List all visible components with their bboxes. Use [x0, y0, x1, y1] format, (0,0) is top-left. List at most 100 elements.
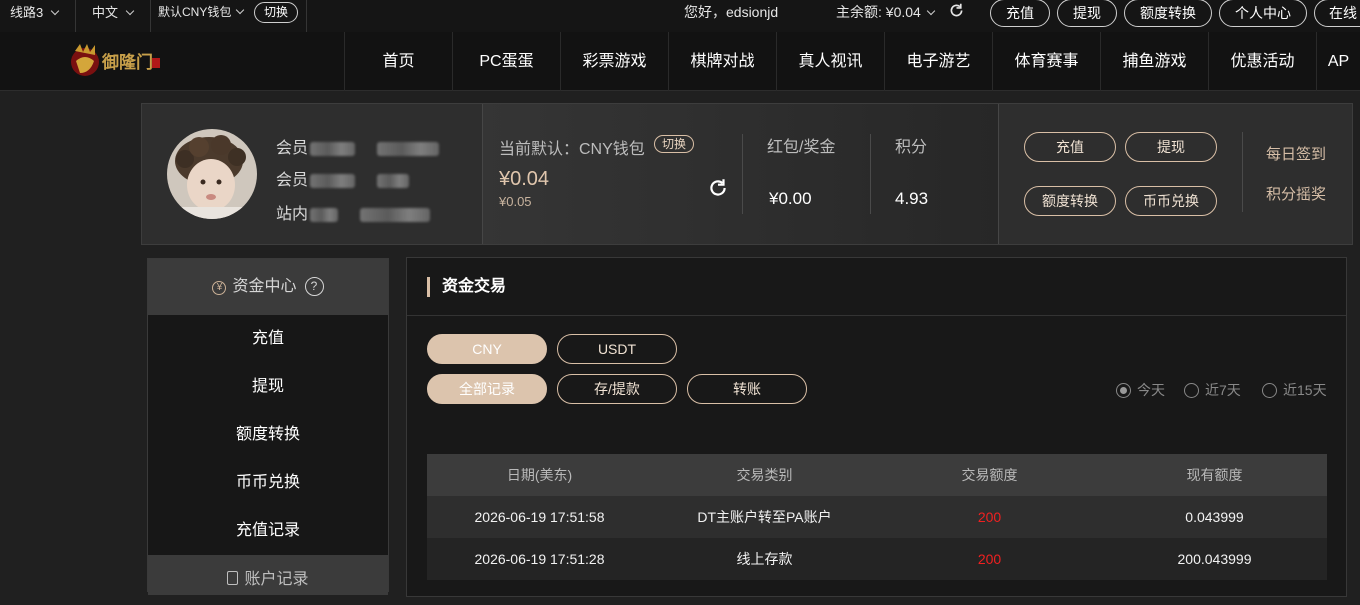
redacted-text [360, 207, 431, 222]
route-selector[interactable]: 线路3 [10, 0, 60, 25]
profile-panel: 会员 会员 站内 当前默认：CNY钱包 切换 ¥0.04 ¥0.05 红包/奖金… [141, 103, 1353, 245]
header-date: 日期(美东) [506, 467, 573, 483]
top-account-button[interactable]: 个人中心 [1219, 0, 1307, 27]
tab-usdt[interactable]: USDT [557, 334, 677, 364]
points-lottery-link[interactable]: 积分摇奖 [1266, 183, 1326, 204]
range-15-label: 近15天 [1283, 382, 1327, 398]
main-balance-text: 主余额: ¥0.04 [836, 4, 921, 20]
table-row[interactable]: 2026-06-19 17:51:28 线上存款 200 200.043999 [427, 538, 1327, 580]
member-level-label: 会员 [276, 172, 309, 189]
sidebar-item-transfer[interactable]: 额度转换 [148, 411, 388, 459]
transactions-panel: 资金交易 CNY USDT 全部记录 存/提款 转账 今天 近7天 近15天 日… [406, 257, 1347, 597]
bonus-label: 红包/奖金 [767, 139, 836, 156]
wallet-label: 默认CNY钱包 [158, 5, 232, 19]
language-selector[interactable]: 中文 [92, 0, 135, 25]
tab-cny[interactable]: CNY [427, 334, 547, 364]
nav-slots[interactable]: 电子游艺 [884, 32, 992, 91]
header-balance: 现有额度 [1186, 467, 1243, 483]
divider [1242, 132, 1243, 212]
transactions-table: 日期(美东) 交易类别 交易额度 现有额度 2026-06-19 17:51:5… [427, 454, 1327, 580]
nav-home[interactable]: 首页 [344, 32, 452, 91]
daily-signin-link[interactable]: 每日签到 [1266, 143, 1326, 164]
top-deposit-button[interactable]: 充值 [990, 0, 1050, 27]
sidebar-item-coin-exchange[interactable]: 币币兑换 [148, 459, 388, 507]
redacted-text [310, 207, 339, 222]
range-7-days[interactable]: 近7天 [1184, 380, 1241, 400]
sidebar-item-deposit[interactable]: 充值 [148, 315, 388, 363]
cell-balance: 0.043999 [1185, 509, 1244, 525]
nav-fishing[interactable]: 捕鱼游戏 [1100, 32, 1208, 91]
refresh-icon[interactable] [707, 177, 729, 204]
tab-all-records[interactable]: 全部记录 [427, 374, 547, 404]
points-label: 积分 [895, 139, 928, 156]
nav-pc-egg[interactable]: PC蛋蛋 [452, 32, 560, 91]
radio-selected-icon [1116, 383, 1131, 398]
cell-amount: 200 [977, 551, 1002, 567]
withdraw-button[interactable]: 提现 [1125, 132, 1217, 162]
svg-text:御隆门: 御隆门 [101, 52, 153, 73]
avatar[interactable] [167, 129, 257, 219]
sidebar-item-deposit-records[interactable]: 充值记录 [148, 507, 388, 555]
divider [306, 0, 307, 32]
nav-app[interactable]: AP [1316, 32, 1360, 91]
refresh-balance-icon[interactable] [948, 0, 965, 25]
greeting-text: 您好，edsionjd [684, 4, 779, 20]
radio-icon [1184, 383, 1199, 398]
main-balance[interactable]: 主余额: ¥0.04 [836, 0, 936, 25]
chevron-down-icon [926, 6, 936, 16]
main-nav: 御隆门 首页 PC蛋蛋 彩票游戏 棋牌对战 真人视讯 电子游艺 体育赛事 捕鱼游… [0, 32, 1360, 91]
sidebar: ¥ 资金中心? 充值 提现 额度转换 币币兑换 充值记录 账户记录 [147, 258, 389, 595]
help-icon[interactable]: ? [304, 277, 324, 296]
range-today[interactable]: 今天 [1116, 380, 1165, 400]
divider [407, 315, 1346, 316]
coin-exchange-button[interactable]: 币币兑换 [1125, 186, 1217, 216]
site-message-label: 站内 [276, 206, 309, 223]
sidebar-footer-label: 账户记录 [244, 571, 309, 588]
default-wallet-label: 当前默认：CNY钱包 [499, 141, 645, 158]
member-account-row: 会员 [276, 134, 440, 158]
sidebar-header: ¥ 资金中心? [148, 259, 388, 315]
top-online-button[interactable]: 在线 [1314, 0, 1360, 27]
header-type: 交易类别 [736, 467, 793, 483]
redacted-text [310, 173, 356, 188]
table-header: 日期(美东) 交易类别 交易额度 现有额度 [427, 454, 1327, 496]
transfer-button[interactable]: 额度转换 [1024, 186, 1116, 216]
page-title: 资金交易 [427, 277, 506, 297]
top-withdraw-button[interactable]: 提现 [1057, 0, 1117, 27]
redacted-text [377, 173, 410, 188]
header-amount: 交易额度 [961, 467, 1018, 483]
wallet-switch-button[interactable]: 切换 [654, 135, 695, 153]
tab-deposit-withdraw[interactable]: 存/提款 [557, 374, 677, 404]
cell-balance: 200.043999 [1177, 551, 1252, 567]
nav-lottery[interactable]: 彩票游戏 [560, 32, 668, 91]
nav-live[interactable]: 真人视讯 [776, 32, 884, 91]
language-label: 中文 [92, 5, 119, 20]
nav-chess[interactable]: 棋牌对战 [668, 32, 776, 91]
wallet-selector[interactable]: 默认CNY钱包 [158, 0, 245, 25]
site-logo[interactable]: 御隆门 [68, 41, 164, 83]
wallet-switch-button[interactable]: 切换 [254, 2, 299, 23]
sidebar-header-label: 资金中心 [232, 278, 297, 295]
member-level-row: 会员 [276, 166, 410, 190]
chevron-down-icon [50, 6, 60, 16]
redacted-text [377, 141, 440, 156]
wallet-summary: 当前默认：CNY钱包 切换 ¥0.04 ¥0.05 红包/奖金 ¥0.00 积分… [482, 104, 999, 244]
sidebar-item-withdraw[interactable]: 提现 [148, 363, 388, 411]
nav-promotions[interactable]: 优惠活动 [1208, 32, 1316, 91]
cell-date: 2026-06-19 17:51:28 [474, 551, 605, 567]
table-row[interactable]: 2026-06-19 17:51:58 DT主账户转至PA账户 200 0.04… [427, 496, 1327, 538]
deposit-button[interactable]: 充值 [1024, 132, 1116, 162]
range-15-days[interactable]: 近15天 [1262, 380, 1327, 400]
radio-icon [1262, 383, 1277, 398]
top-transfer-button[interactable]: 额度转换 [1124, 0, 1212, 27]
nav-sports[interactable]: 体育赛事 [992, 32, 1100, 91]
divider [742, 134, 743, 214]
divider [150, 0, 151, 32]
member-account-label: 会员 [276, 140, 309, 157]
sidebar-account-records[interactable]: 账户记录 [148, 555, 388, 595]
cell-type: 线上存款 [736, 551, 793, 567]
points-value: 4.93 [895, 189, 929, 208]
divider [75, 0, 76, 32]
divider [870, 134, 871, 214]
tab-transfer[interactable]: 转账 [687, 374, 807, 404]
